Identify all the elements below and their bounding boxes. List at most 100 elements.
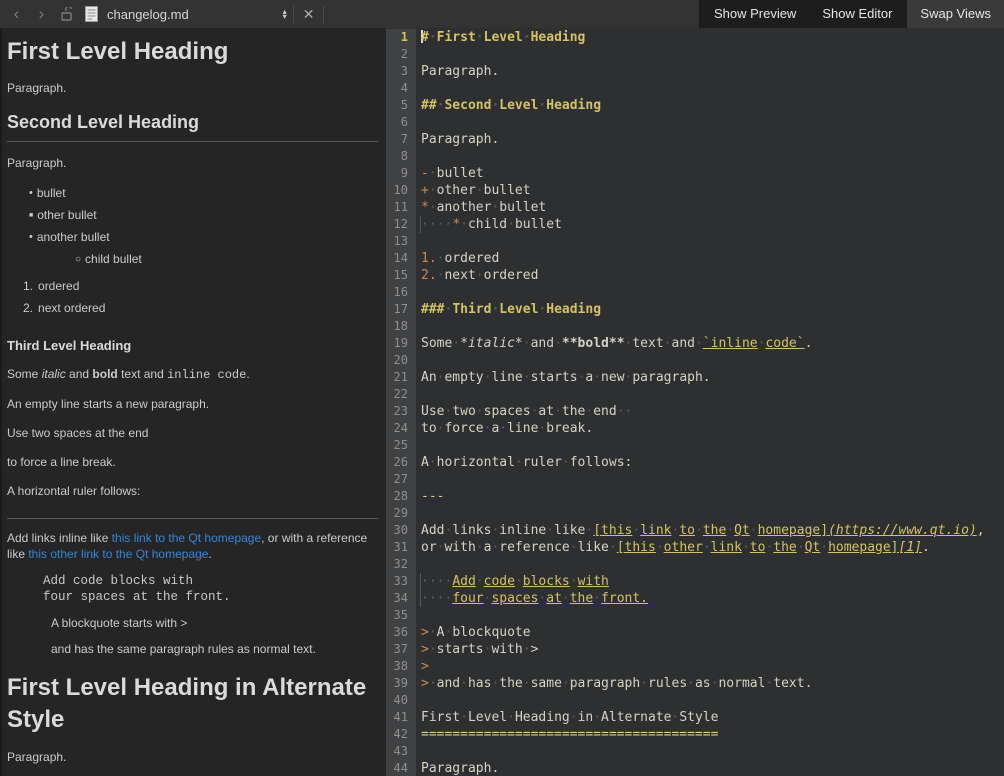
line-content[interactable] [416, 386, 1004, 403]
line-content[interactable] [416, 233, 1004, 250]
line-content[interactable] [416, 80, 1004, 97]
line-content[interactable] [416, 743, 1004, 760]
forward-button[interactable]: › [29, 0, 54, 28]
line-content[interactable]: Paragraph. [416, 131, 1004, 148]
show-editor-button[interactable]: Show Editor [809, 0, 905, 28]
editor-line[interactable]: 3Paragraph. [386, 63, 1004, 80]
editor-line[interactable]: 17###·Third·Level·Heading [386, 301, 1004, 318]
editor-line[interactable]: 10+·other·bullet [386, 182, 1004, 199]
editor-line[interactable]: 27 [386, 471, 1004, 488]
editor-line[interactable]: 5##·Second·Level·Heading [386, 97, 1004, 114]
close-document-button[interactable]: ✕ [300, 0, 318, 28]
document-switcher-icon[interactable]: ▴ ▾ [283, 9, 287, 19]
line-content[interactable] [416, 692, 1004, 709]
editor-line[interactable]: 13 [386, 233, 1004, 250]
editor-line[interactable]: 33····Add·code·blocks·with [386, 573, 1004, 590]
editor-line[interactable]: 44Paragraph. [386, 760, 1004, 776]
swap-views-button[interactable]: Swap Views [907, 0, 1004, 28]
editor-line[interactable]: 28--- [386, 488, 1004, 505]
editor-line[interactable]: 8 [386, 148, 1004, 165]
qt-homepage-reference-link[interactable]: this other link to the Qt homepage [28, 547, 208, 561]
line-content[interactable] [416, 46, 1004, 63]
line-content[interactable]: A·horizontal·ruler·follows: [416, 454, 1004, 471]
editor-line[interactable]: 20 [386, 352, 1004, 369]
line-content[interactable]: > [416, 658, 1004, 675]
editor-line[interactable]: 141.·ordered [386, 250, 1004, 267]
line-content[interactable] [416, 471, 1004, 488]
line-content[interactable]: ##·Second·Level·Heading [416, 97, 1004, 114]
editor-line[interactable]: 39>·and·has·the·same·paragraph·rules·as·… [386, 675, 1004, 692]
line-content[interactable]: or·with·a·reference·like·[this·other·lin… [416, 539, 1004, 556]
editor-line[interactable]: 34····four·spaces·at·the·front. [386, 590, 1004, 607]
editor-line[interactable]: 152.·next·ordered [386, 267, 1004, 284]
markdown-source-editor[interactable]: 1#·First·Level·Heading23Paragraph.45##·S… [386, 28, 1004, 776]
line-content[interactable] [416, 505, 1004, 522]
editor-line[interactable]: 42====================================== [386, 726, 1004, 743]
editor-line[interactable]: 43 [386, 743, 1004, 760]
line-content[interactable] [416, 437, 1004, 454]
line-content[interactable]: >·A·blockquote [416, 624, 1004, 641]
line-content[interactable] [416, 607, 1004, 624]
line-content[interactable]: *·another·bullet [416, 199, 1004, 216]
open-document-name[interactable]: changelog.md [107, 7, 189, 22]
editor-line[interactable]: 41First·Level·Heading·in·Alternate·Style [386, 709, 1004, 726]
line-content[interactable] [416, 284, 1004, 301]
line-content[interactable] [416, 148, 1004, 165]
line-content[interactable]: Paragraph. [416, 63, 1004, 80]
editor-line[interactable]: 40 [386, 692, 1004, 709]
line-content[interactable]: ###·Third·Level·Heading [416, 301, 1004, 318]
editor-line[interactable]: 24to·force·a·line·break. [386, 420, 1004, 437]
line-content[interactable]: #·First·Level·Heading [416, 29, 1004, 46]
qt-homepage-link[interactable]: this link to the Qt homepage [112, 531, 261, 545]
editor-line[interactable]: 37>·starts·with·> [386, 641, 1004, 658]
editor-line[interactable]: 23Use·two·spaces·at·the·end·· [386, 403, 1004, 420]
editor-line[interactable]: 32 [386, 556, 1004, 573]
line-content[interactable] [416, 352, 1004, 369]
line-content[interactable]: Paragraph. [416, 760, 1004, 776]
editor-line[interactable]: 30Add·links·inline·like·[this·link·to·th… [386, 522, 1004, 539]
line-content[interactable]: >·and·has·the·same·paragraph·rules·as·no… [416, 675, 1004, 692]
editor-line[interactable]: 16 [386, 284, 1004, 301]
line-content[interactable] [416, 556, 1004, 573]
unlock-icon[interactable] [60, 7, 73, 21]
editor-line[interactable]: 2 [386, 46, 1004, 63]
editor-line[interactable]: 4 [386, 80, 1004, 97]
line-content[interactable]: ====================================== [416, 726, 1004, 743]
line-content[interactable]: 1.·ordered [416, 250, 1004, 267]
editor-line[interactable]: 38> [386, 658, 1004, 675]
line-content[interactable]: ····Add·code·blocks·with [416, 573, 1004, 590]
line-content[interactable]: --- [416, 488, 1004, 505]
line-content[interactable]: to·force·a·line·break. [416, 420, 1004, 437]
line-content[interactable]: Add·links·inline·like·[this·link·to·the·… [416, 522, 1004, 539]
editor-line[interactable]: 7Paragraph. [386, 131, 1004, 148]
show-preview-button[interactable]: Show Preview [701, 0, 809, 28]
editor-line[interactable]: 9-·bullet [386, 165, 1004, 182]
line-content[interactable]: 2.·next·ordered [416, 267, 1004, 284]
editor-line[interactable]: 6 [386, 114, 1004, 131]
line-content[interactable]: ····four·spaces·at·the·front. [416, 590, 1004, 607]
editor-line[interactable]: 19Some·*italic*·and·**bold**·text·and·`i… [386, 335, 1004, 352]
editor-line[interactable]: 12····*·child·bullet [386, 216, 1004, 233]
editor-line[interactable]: 11*·another·bullet [386, 199, 1004, 216]
editor-line[interactable]: 1#·First·Level·Heading [386, 29, 1004, 46]
line-content[interactable]: Some·*italic*·and·**bold**·text·and·`inl… [416, 335, 1004, 352]
line-content[interactable]: An·empty·line·starts·a·new·paragraph. [416, 369, 1004, 386]
line-content[interactable] [416, 114, 1004, 131]
line-content[interactable]: Use·two·spaces·at·the·end·· [416, 403, 1004, 420]
line-content[interactable]: ····*·child·bullet [416, 216, 1004, 233]
markdown-preview-pane[interactable]: First Level Heading Paragraph. Second Le… [0, 28, 386, 776]
line-content[interactable]: +·other·bullet [416, 182, 1004, 199]
editor-line[interactable]: 26A·horizontal·ruler·follows: [386, 454, 1004, 471]
editor-line[interactable]: 18 [386, 318, 1004, 335]
editor-line[interactable]: 25 [386, 437, 1004, 454]
line-content[interactable] [416, 318, 1004, 335]
editor-line[interactable]: 35 [386, 607, 1004, 624]
line-content[interactable]: -·bullet [416, 165, 1004, 182]
line-content[interactable]: First·Level·Heading·in·Alternate·Style [416, 709, 1004, 726]
editor-line[interactable]: 31or·with·a·reference·like·[this·other·l… [386, 539, 1004, 556]
editor-line[interactable]: 36>·A·blockquote [386, 624, 1004, 641]
editor-line[interactable]: 21An·empty·line·starts·a·new·paragraph. [386, 369, 1004, 386]
line-content[interactable]: >·starts·with·> [416, 641, 1004, 658]
back-button[interactable]: ‹ [4, 0, 29, 28]
editor-line[interactable]: 22 [386, 386, 1004, 403]
